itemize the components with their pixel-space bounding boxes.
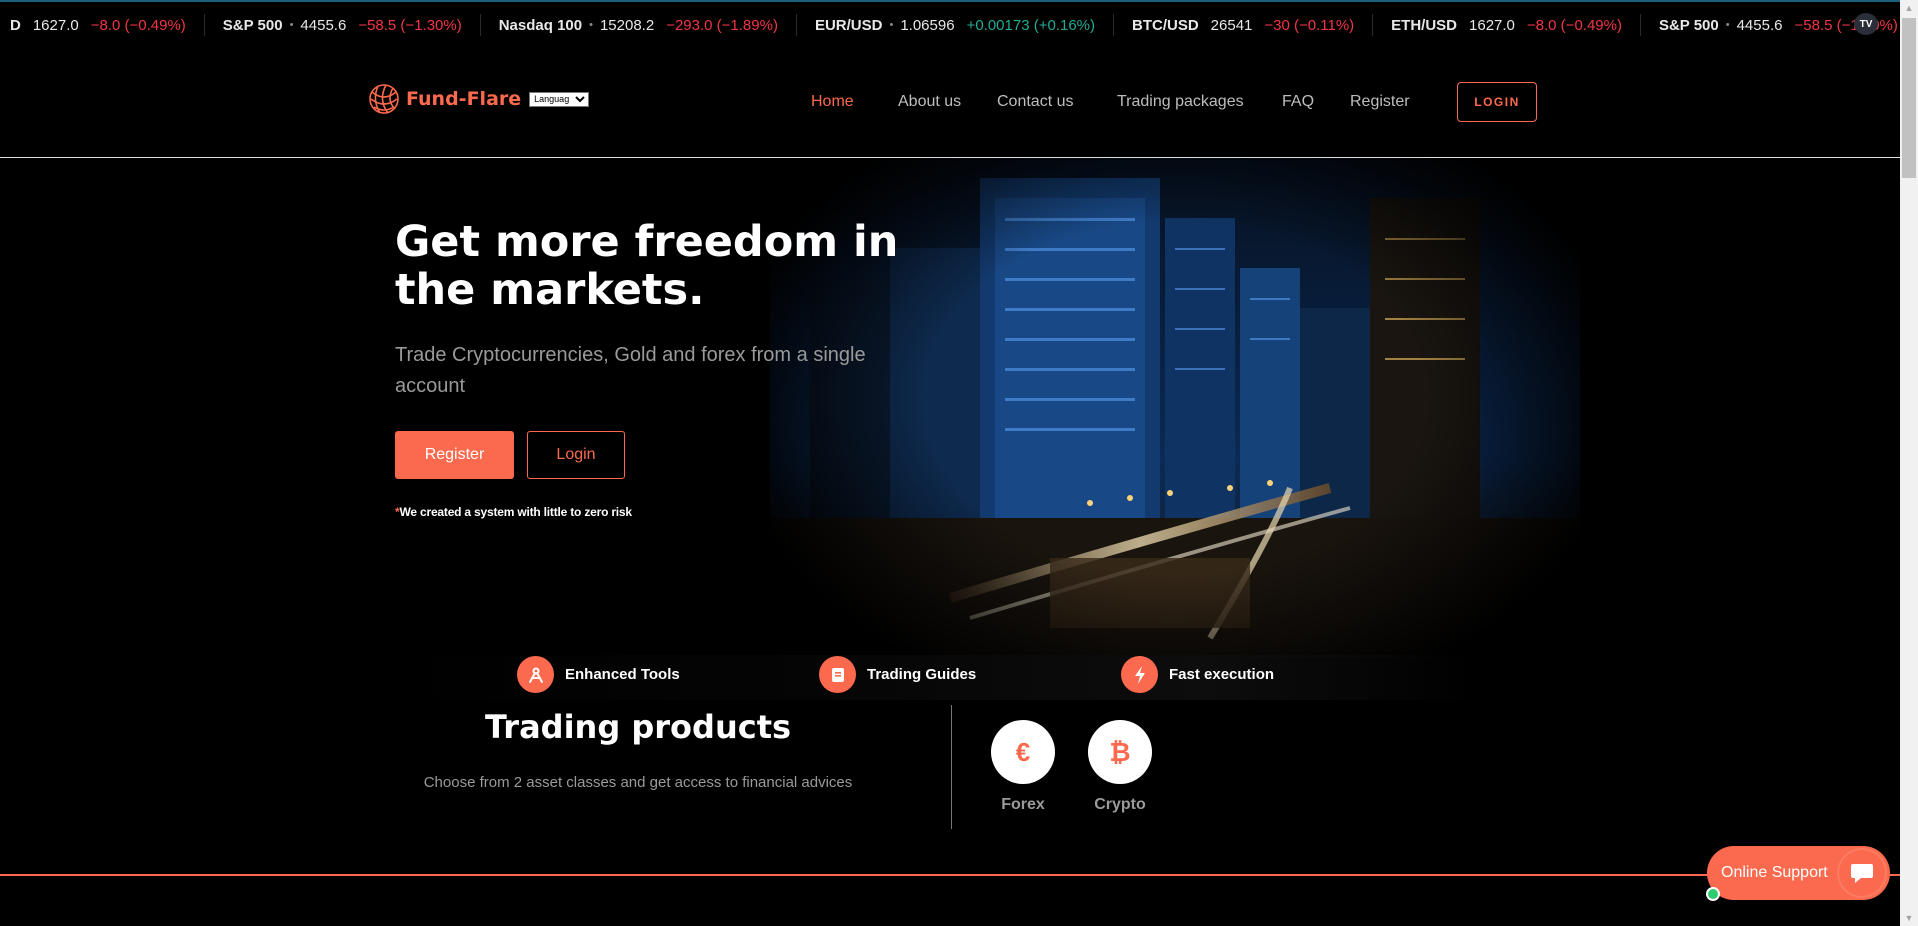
- ticker-change: −293.0 (−1.89%): [666, 16, 778, 34]
- scroll-up-arrow-icon[interactable]: ▲: [1900, 0, 1918, 16]
- section-divider: [0, 874, 1900, 876]
- ticker-item[interactable]: ETH/USD 1627.0 −8.0 (−0.49%): [1373, 14, 1641, 36]
- ticker-symbol: EUR/USD: [814, 16, 883, 34]
- ticker-price: 15208.2: [599, 16, 655, 34]
- scroll-down-arrow-icon[interactable]: ▼: [1900, 910, 1918, 926]
- ticker-price: 26541: [1210, 16, 1253, 34]
- feature-label: Fast execution: [1169, 666, 1275, 683]
- nav-faq[interactable]: FAQ: [1282, 93, 1314, 111]
- book-icon: [819, 656, 856, 693]
- product-label: Crypto: [1094, 796, 1146, 813]
- dot-icon: •: [289, 19, 294, 31]
- market-ticker: D 1627.0 −8.0 (−0.49%) S&P 500 • 4455.6 −…: [0, 0, 1900, 48]
- ticker-change: +0.00173 (+0.16%): [966, 16, 1095, 34]
- hero-login-button[interactable]: Login: [527, 431, 625, 479]
- product-label: Forex: [1001, 796, 1045, 813]
- nav-home[interactable]: Home: [811, 93, 854, 111]
- page-scrollbar[interactable]: ▲ ▼: [1900, 0, 1918, 926]
- ticker-item[interactable]: S&P 500 • 4455.6 −58.5 (−1.30%): [205, 14, 481, 36]
- dot-icon: •: [889, 19, 894, 31]
- lightning-icon: [1121, 656, 1158, 693]
- product-forex[interactable]: € Forex: [991, 720, 1055, 814]
- ticker-change: −8.0 (−0.49%): [90, 16, 186, 34]
- tradingview-logo-icon[interactable]: TV: [1854, 13, 1878, 35]
- online-support-widget[interactable]: Online Support: [1707, 846, 1890, 900]
- product-crypto[interactable]: ₿ Crypto: [1088, 720, 1152, 814]
- ticker-price: 1627.0: [1469, 16, 1515, 34]
- ticker-symbol: ETH/USD: [1391, 16, 1458, 34]
- ticker-change: −58.5 (−1.30%): [358, 16, 462, 34]
- ticker-item[interactable]: BTC/USD 26541 −30 (−0.11%): [1114, 14, 1374, 36]
- feature-enhanced-tools: Enhanced Tools: [517, 656, 680, 693]
- ticker-change: −30 (−0.11%): [1264, 16, 1355, 34]
- chat-bubble-icon[interactable]: [1839, 850, 1885, 896]
- header-login-button[interactable]: LOGIN: [1457, 82, 1537, 122]
- ticker-symbol: S&P 500: [222, 16, 283, 34]
- tools-icon: [517, 656, 554, 693]
- ticker-price: 1.06596: [900, 16, 955, 34]
- products-title: Trading products: [484, 708, 792, 746]
- note-text: We created a system with little to zero …: [399, 505, 632, 519]
- hero-note: *We created a system with little to zero…: [395, 505, 632, 519]
- products-subtitle: Choose from 2 asset classes and get acce…: [423, 774, 853, 791]
- feature-label: Trading Guides: [867, 666, 977, 683]
- ticker-symbol: Nasdaq 100: [498, 16, 583, 34]
- hero-subtitle: Trade Cryptocurrencies, Gold and forex f…: [395, 344, 866, 397]
- ticker-symbol: S&P 500: [1658, 16, 1719, 34]
- ticker-item[interactable]: Nasdaq 100 • 15208.2 −293.0 (−1.89%): [481, 14, 797, 36]
- nav-about-us[interactable]: About us: [898, 93, 961, 111]
- euro-icon: €: [991, 720, 1055, 784]
- nav-register[interactable]: Register: [1350, 93, 1410, 111]
- ticker-price: 4455.6: [1736, 16, 1783, 34]
- globe-logo-icon: [369, 84, 399, 114]
- nav-trading-packages[interactable]: Trading packages: [1117, 93, 1244, 111]
- products-divider: [951, 705, 952, 829]
- ticker-symbol: D: [10, 16, 21, 34]
- ticker-price: 1627.0: [32, 16, 79, 34]
- scroll-thumb[interactable]: [1902, 18, 1916, 178]
- site-header: Fund-Flare Languag Home About us Contact…: [0, 48, 1900, 158]
- ticker-item[interactable]: D 1627.0 −8.0 (−0.49%): [0, 14, 205, 36]
- brand-name: Fund-Flare: [406, 88, 522, 110]
- dot-icon: •: [589, 19, 593, 31]
- ticker-item[interactable]: EUR/USD • 1.06596 +0.00173 (+0.16%): [797, 14, 1114, 36]
- hero-register-button[interactable]: Register: [395, 431, 514, 479]
- feature-label: Enhanced Tools: [565, 666, 680, 683]
- ticker-track: D 1627.0 −8.0 (−0.49%) S&P 500 • 4455.6 −…: [0, 2, 1900, 48]
- language-select[interactable]: Languag: [529, 91, 590, 107]
- ticker-price: 4455.6: [300, 16, 347, 34]
- online-status-dot: [1706, 887, 1720, 901]
- bitcoin-icon: ₿: [1088, 720, 1152, 784]
- feature-trading-guides: Trading Guides: [819, 656, 976, 693]
- feature-fast-execution: Fast execution: [1121, 656, 1274, 693]
- nav-contact-us[interactable]: Contact us: [997, 93, 1073, 111]
- chat-label: Online Support: [1721, 864, 1828, 881]
- dot-icon: •: [1725, 19, 1730, 31]
- ticker-change: −58.5 (−1.30%): [1794, 16, 1898, 34]
- ticker-change: −8.0 (−0.49%): [1526, 16, 1622, 34]
- hero-title: Get more freedom in the markets.: [395, 217, 899, 315]
- ticker-symbol: BTC/USD: [1132, 16, 1199, 34]
- brand[interactable]: Fund-Flare Languag: [368, 82, 590, 116]
